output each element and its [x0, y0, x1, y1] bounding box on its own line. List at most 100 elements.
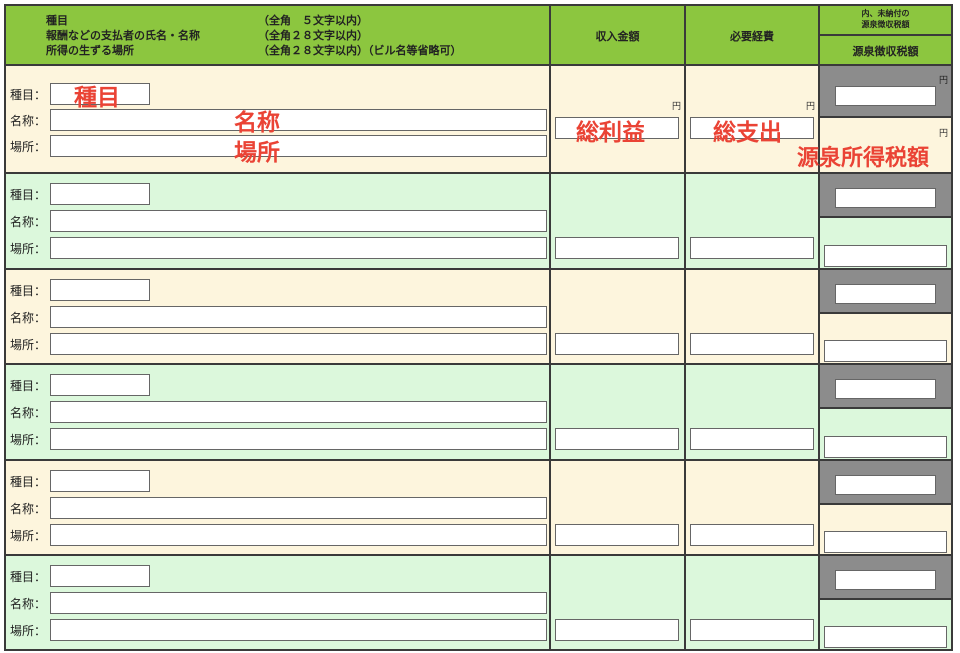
label-place: 場所：: [10, 529, 47, 543]
row-expenses-cell: [684, 268, 820, 365]
yen-unit: 円: [671, 102, 681, 112]
row-unpaid-tax-cell: [818, 363, 953, 409]
place-input[interactable]: [50, 135, 547, 157]
header-tax-top: 内、未納付の 源泉徴収税額: [818, 4, 953, 36]
unpaid-tax-input[interactable]: [835, 379, 936, 399]
header-place: 所得の生ずる場所: [46, 44, 134, 57]
overlay-name: 名称: [234, 110, 280, 136]
label-kind: 種目：: [10, 284, 47, 298]
place-input[interactable]: [50, 237, 547, 259]
header-tax-bottom: 源泉徴収税額: [818, 34, 953, 66]
withholding-tax-input[interactable]: [824, 626, 947, 648]
yen-unit: 円: [805, 102, 815, 112]
place-input[interactable]: [50, 333, 547, 355]
header-kind-note: （全角 ５文字以内）: [258, 14, 368, 27]
place-input[interactable]: [50, 524, 547, 546]
expenses-input[interactable]: [690, 619, 814, 641]
overlay-kind: 種目: [74, 85, 120, 111]
name-input[interactable]: [50, 497, 547, 519]
unpaid-tax-input[interactable]: [835, 475, 936, 495]
name-input[interactable]: [50, 109, 547, 131]
label-place: 場所：: [10, 140, 47, 154]
income-input[interactable]: [555, 619, 679, 641]
row-income-cell: [549, 268, 686, 365]
row-expenses-cell: [684, 172, 820, 270]
header-income: 収入金額: [549, 4, 686, 66]
income-input[interactable]: [555, 428, 679, 450]
header-place-note: （全角２８文字以内）（ビル名等省略可）: [258, 44, 462, 57]
row-withholding-tax-cell: [818, 598, 953, 651]
income-input[interactable]: [555, 524, 679, 546]
overlay-place: 場所: [234, 140, 280, 166]
expenses-input[interactable]: [690, 333, 814, 355]
row-withholding-tax-cell: [818, 503, 953, 556]
unpaid-tax-input[interactable]: [835, 570, 936, 590]
header-payer-note: （全角２８文字以内）: [258, 29, 368, 42]
label-name: 名称：: [10, 114, 47, 128]
label-place: 場所：: [10, 624, 47, 638]
row-unpaid-tax-cell: [818, 554, 953, 600]
label-name: 名称：: [10, 502, 47, 516]
place-input[interactable]: [50, 619, 547, 641]
label-kind: 種目：: [10, 188, 47, 202]
header-kind: 種目: [46, 14, 68, 27]
label-name: 名称：: [10, 597, 47, 611]
name-input[interactable]: [50, 210, 547, 232]
row-withholding-tax-cell: [818, 312, 953, 365]
header-payer: 報酬などの支払者の氏名・名称: [46, 29, 200, 42]
overlay-tax: 源泉所得税額: [797, 146, 930, 171]
row-main-cell: 種目： 名称： 場所：: [4, 268, 551, 365]
row-main-cell: 種目： 名称： 場所：: [4, 172, 551, 270]
row-income-cell: [549, 554, 686, 651]
label-place: 場所：: [10, 338, 47, 352]
name-input[interactable]: [50, 592, 547, 614]
row-main-cell: 種目： 名称： 場所：: [4, 554, 551, 651]
row-unpaid-tax-cell: 円: [818, 64, 953, 118]
name-input[interactable]: [50, 401, 547, 423]
overlay-expenses: 総支出: [713, 120, 782, 146]
row-withholding-tax-cell: [818, 407, 953, 461]
row-main-cell: 種目： 名称： 場所：: [4, 363, 551, 461]
kind-input[interactable]: [50, 374, 150, 396]
kind-input[interactable]: [50, 565, 150, 587]
place-input[interactable]: [50, 428, 547, 450]
row-unpaid-tax-cell: [818, 172, 953, 218]
row-expenses-cell: [684, 554, 820, 651]
row-main-cell: 種目： 名称： 場所：: [4, 459, 551, 556]
expenses-input[interactable]: [690, 524, 814, 546]
row-unpaid-tax-cell: [818, 268, 953, 314]
label-kind: 種目：: [10, 475, 47, 489]
header-main: 種目 報酬などの支払者の氏名・名称 所得の生ずる場所 （全角 ５文字以内） （全…: [4, 4, 551, 66]
header-tax-top-label: 内、未納付の 源泉徴収税額: [861, 9, 910, 29]
unpaid-tax-input[interactable]: [835, 188, 936, 208]
label-name: 名称：: [10, 311, 47, 325]
kind-input[interactable]: [50, 470, 150, 492]
yen-unit: 円: [938, 129, 948, 139]
header-income-label: 収入金額: [595, 30, 640, 43]
expenses-input[interactable]: [690, 428, 814, 450]
label-place: 場所：: [10, 433, 47, 447]
unpaid-tax-input[interactable]: [835, 86, 936, 106]
income-input[interactable]: [555, 333, 679, 355]
label-kind: 種目：: [10, 570, 47, 584]
kind-input[interactable]: [50, 183, 150, 205]
withholding-tax-input[interactable]: [824, 531, 947, 553]
yen-unit: 円: [938, 76, 948, 86]
label-name: 名称：: [10, 406, 47, 420]
kind-input[interactable]: [50, 279, 150, 301]
row-expenses-cell: [684, 363, 820, 461]
label-name: 名称：: [10, 215, 47, 229]
name-input[interactable]: [50, 306, 547, 328]
withholding-tax-input[interactable]: [824, 245, 947, 267]
withholding-tax-input[interactable]: [824, 436, 947, 458]
label-kind: 種目：: [10, 379, 47, 393]
expenses-input[interactable]: [690, 237, 814, 259]
income-input[interactable]: [555, 237, 679, 259]
unpaid-tax-input[interactable]: [835, 284, 936, 304]
label-place: 場所：: [10, 242, 47, 256]
row-income-cell: [549, 363, 686, 461]
withholding-tax-input[interactable]: [824, 340, 947, 362]
row-income-cell: [549, 459, 686, 556]
header-expenses: 必要経費: [684, 4, 820, 66]
row-unpaid-tax-cell: [818, 459, 953, 505]
